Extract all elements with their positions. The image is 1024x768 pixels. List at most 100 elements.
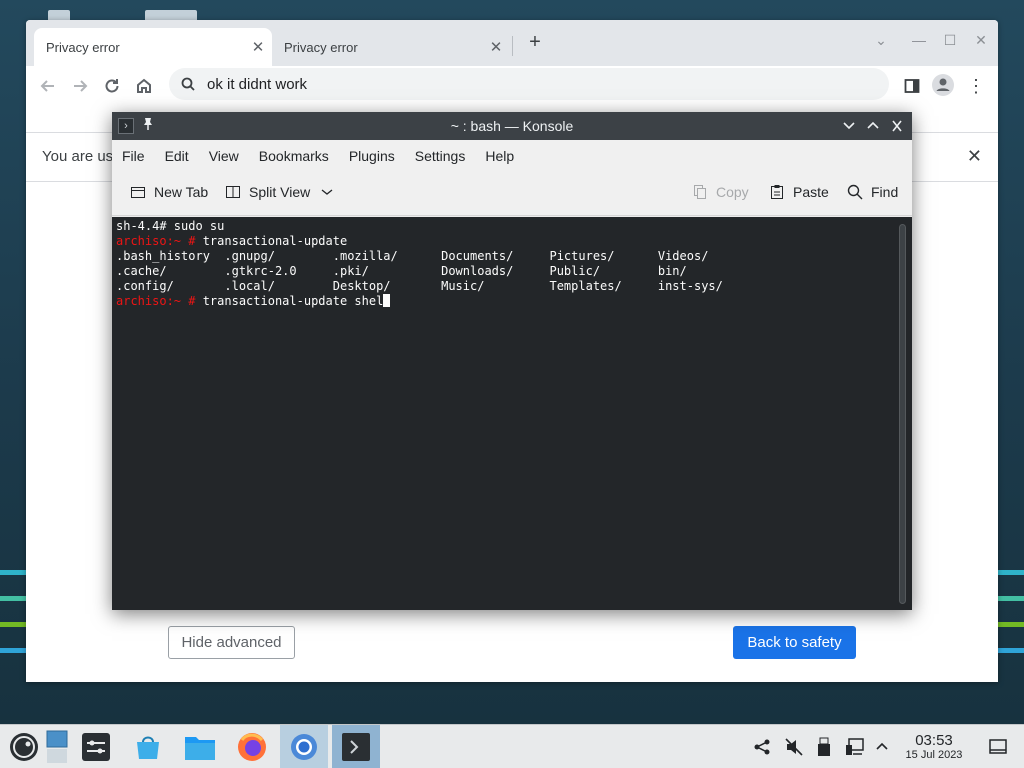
taskbar-konsole[interactable] bbox=[332, 725, 380, 768]
find-icon bbox=[847, 184, 863, 200]
taskbar-chrome[interactable] bbox=[280, 725, 328, 768]
volume-muted-icon[interactable] bbox=[784, 737, 804, 762]
folder-icon bbox=[185, 737, 215, 760]
new-tab-icon bbox=[131, 187, 145, 198]
wallpaper-stripe bbox=[0, 570, 26, 575]
new-tab-button[interactable]: New Tab bbox=[130, 184, 208, 200]
application-launcher[interactable] bbox=[0, 725, 48, 768]
konsole-titlebar[interactable]: › ~ : bash — Konsole bbox=[112, 112, 912, 140]
close-x-icon bbox=[892, 120, 902, 132]
wallpaper-stripe bbox=[998, 570, 1024, 575]
clock-time: 03:53 bbox=[915, 732, 953, 749]
kde-connect-icon[interactable] bbox=[752, 737, 772, 762]
new-tab-label: New Tab bbox=[154, 184, 209, 200]
copy-button[interactable]: Copy bbox=[692, 184, 749, 200]
terminal-prompt: archiso:~ # bbox=[116, 294, 196, 308]
tab-close-icon[interactable]: ✕ bbox=[482, 38, 510, 56]
tab-search-icon[interactable]: ⌄ bbox=[871, 32, 891, 52]
wallpaper-stripe bbox=[998, 648, 1024, 653]
menu-view[interactable]: View bbox=[199, 148, 249, 164]
speaker-muted-icon bbox=[785, 738, 803, 756]
tray-expand-icon[interactable] bbox=[875, 737, 889, 762]
minimize-icon[interactable]: — bbox=[909, 32, 929, 52]
konsole-window: › ~ : bash — Konsole File Edit View Book… bbox=[112, 112, 912, 610]
info-bar-close-icon[interactable]: ✕ bbox=[967, 146, 982, 167]
minimize-icon[interactable] bbox=[840, 116, 858, 136]
show-desktop-icon[interactable] bbox=[988, 737, 1008, 762]
close-window-icon[interactable]: ✕ bbox=[971, 32, 991, 52]
terminal-command: transactional-update bbox=[195, 234, 348, 248]
split-view-button[interactable]: Split View bbox=[225, 184, 334, 200]
menu-settings[interactable]: Settings bbox=[405, 148, 476, 164]
new-tab-button[interactable]: + bbox=[524, 32, 546, 54]
chrome-menu-icon[interactable]: ⋮ bbox=[960, 70, 992, 102]
terminal-line: archiso:~ # transactional-update bbox=[116, 234, 908, 249]
side-panel-button[interactable] bbox=[896, 70, 928, 102]
chevron-up-icon bbox=[876, 742, 888, 750]
wired-network-icon bbox=[846, 738, 864, 755]
person-icon bbox=[936, 78, 950, 91]
close-icon[interactable] bbox=[888, 116, 906, 136]
address-bar[interactable]: ok it didnt work bbox=[169, 68, 889, 100]
taskbar-discover[interactable] bbox=[124, 725, 172, 768]
hide-advanced-button[interactable]: Hide advanced bbox=[168, 626, 295, 659]
pager-desktop[interactable] bbox=[44, 725, 70, 768]
menu-help[interactable]: Help bbox=[475, 148, 524, 164]
side-panel-icon bbox=[904, 79, 920, 93]
tab-privacy-error-active[interactable]: Privacy error ✕ bbox=[34, 28, 272, 66]
menu-edit[interactable]: Edit bbox=[155, 148, 199, 164]
menu-bookmarks[interactable]: Bookmarks bbox=[249, 148, 339, 164]
removable-device-icon[interactable] bbox=[816, 737, 832, 762]
konsole-icon bbox=[342, 733, 370, 761]
wallpaper-stripe bbox=[998, 622, 1024, 627]
wallpaper-stripe bbox=[0, 622, 26, 627]
info-bar-message: You are us bbox=[42, 148, 114, 165]
terminal-prompt: archiso:~ # bbox=[116, 234, 196, 248]
system-settings-icon bbox=[82, 733, 110, 761]
forward-button[interactable] bbox=[64, 70, 96, 102]
profile-avatar[interactable] bbox=[932, 74, 954, 96]
taskbar: 03:53 15 Jul 2023 bbox=[0, 724, 1024, 768]
taskbar-firefox[interactable] bbox=[228, 725, 276, 768]
maximize-icon[interactable]: ☐ bbox=[940, 32, 960, 52]
menu-plugins[interactable]: Plugins bbox=[339, 148, 405, 164]
chevron-down-icon[interactable] bbox=[320, 185, 334, 199]
terminal-command: transactional-update shel bbox=[195, 294, 384, 308]
search-icon bbox=[181, 77, 195, 91]
taskbar-settings[interactable] bbox=[72, 725, 120, 768]
menu-file[interactable]: File bbox=[112, 148, 155, 164]
address-bar-text: ok it didnt work bbox=[207, 75, 308, 93]
chevron-up-icon bbox=[867, 121, 879, 129]
back-to-safety-button[interactable]: Back to safety bbox=[733, 626, 856, 659]
network-icon[interactable] bbox=[845, 737, 865, 762]
digital-clock[interactable]: 03:53 15 Jul 2023 bbox=[898, 733, 970, 762]
find-button[interactable]: Find bbox=[847, 184, 898, 200]
clock-date: 15 Jul 2023 bbox=[905, 749, 963, 761]
taskbar-file-manager[interactable] bbox=[176, 725, 224, 768]
chevron-down-icon bbox=[843, 122, 855, 130]
home-button[interactable] bbox=[128, 70, 160, 102]
network-share-icon bbox=[754, 739, 770, 755]
home-icon bbox=[137, 78, 151, 93]
konsole-title: ~ : bash — Konsole bbox=[450, 118, 574, 134]
chrome-icon bbox=[291, 734, 317, 760]
terminal-line: archiso:~ # transactional-update shel bbox=[116, 294, 908, 309]
back-button[interactable] bbox=[32, 70, 64, 102]
terminal-scrollbar[interactable] bbox=[899, 224, 906, 604]
tab-strip: Privacy error ✕ Privacy error ✕ + ⌄ — ☐ … bbox=[26, 20, 998, 66]
paste-button[interactable]: Paste bbox=[769, 184, 829, 200]
terminal-view[interactable]: sh-4.4# sudo su archiso:~ # transactiona… bbox=[112, 217, 912, 610]
terminal-line: sh-4.4# sudo su bbox=[116, 219, 225, 233]
firefox-icon bbox=[238, 733, 266, 761]
maximize-icon[interactable] bbox=[864, 116, 882, 136]
arrow-left-icon bbox=[40, 80, 54, 92]
find-label: Find bbox=[871, 184, 899, 200]
copy-icon bbox=[694, 185, 706, 199]
tab-title: Privacy error bbox=[46, 39, 120, 55]
paste-label: Paste bbox=[793, 184, 829, 200]
wallpaper-stripe bbox=[0, 648, 26, 653]
reload-button[interactable] bbox=[96, 70, 128, 102]
tab-privacy-error[interactable]: Privacy error ✕ bbox=[272, 28, 510, 66]
paste-icon bbox=[771, 185, 783, 199]
tab-close-icon[interactable]: ✕ bbox=[244, 38, 272, 56]
